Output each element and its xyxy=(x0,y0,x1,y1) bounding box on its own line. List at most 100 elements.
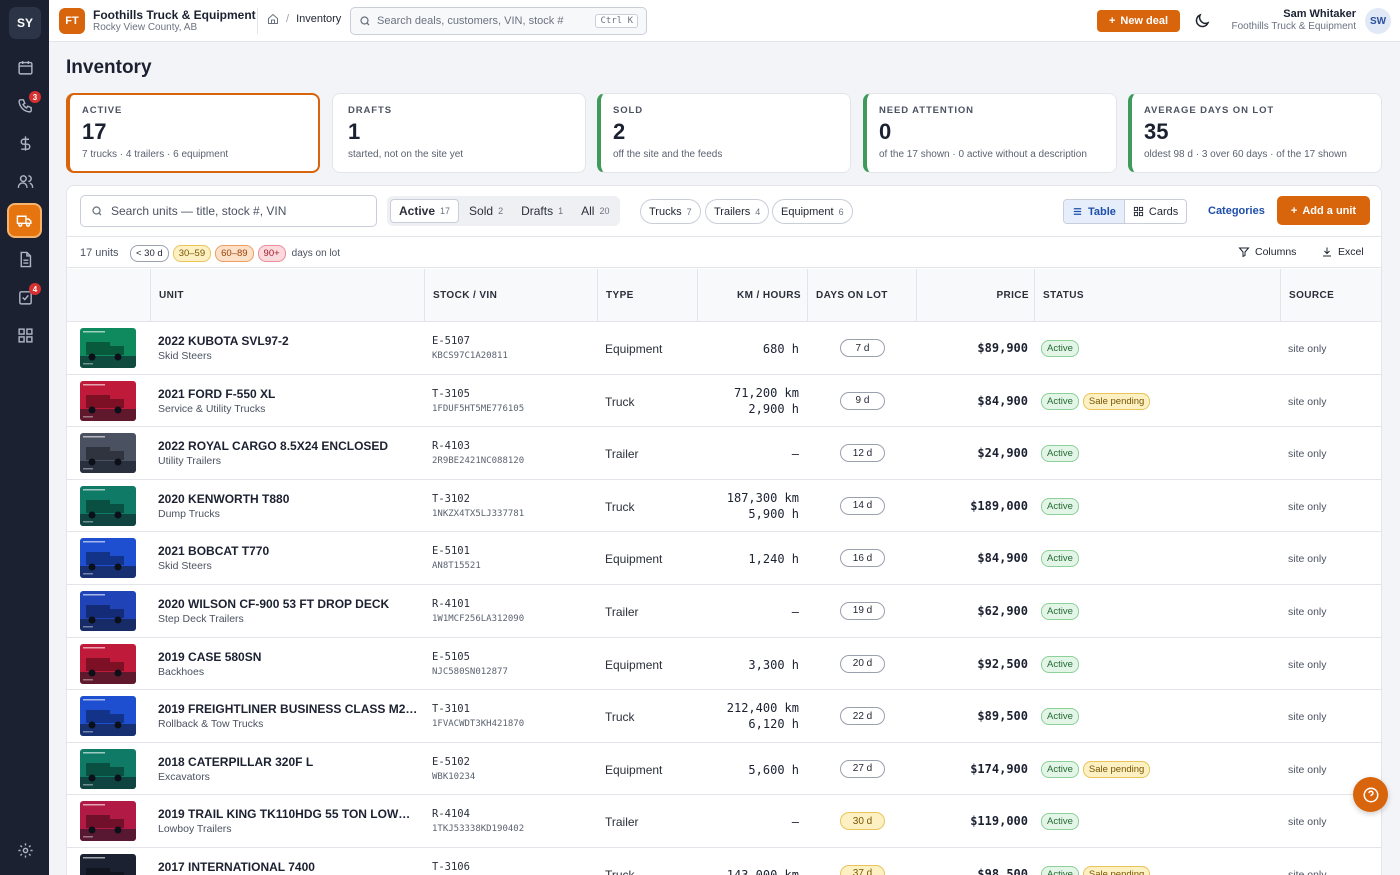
home-icon[interactable] xyxy=(267,13,279,25)
unit-thumbnail[interactable] xyxy=(80,696,136,737)
col-type[interactable]: TYPE xyxy=(597,269,698,322)
breadcrumb-current[interactable]: Inventory xyxy=(296,13,341,25)
chip-trucks[interactable]: Trucks 7 xyxy=(640,199,701,224)
unit-title[interactable]: 2020 KENWORTH T880 xyxy=(158,492,418,506)
table-row[interactable]: 2017 INTERNATIONAL 7400 T-3106 Truck 143… xyxy=(67,848,1381,875)
legend-under-30: < 30 d xyxy=(130,245,169,262)
unit-search[interactable] xyxy=(80,195,377,227)
stat-card-sold[interactable]: SOLD 2 off the site and the feeds xyxy=(597,93,851,173)
unit-thumbnail[interactable] xyxy=(80,748,136,789)
table-row[interactable]: 2019 CASE 580SN Backhoes E-5105 NJC580SN… xyxy=(67,638,1381,691)
stock-number: E-5107 xyxy=(432,335,470,347)
stat-card-average-days[interactable]: AVERAGE DAYS ON LOT 35 oldest 98 d · 3 o… xyxy=(1128,93,1382,173)
unit-thumbnail[interactable] xyxy=(80,801,136,842)
chip-equipment[interactable]: Equipment 6 xyxy=(772,199,853,224)
unit-thumbnail[interactable] xyxy=(80,485,136,526)
table-row[interactable]: 2022 ROYAL CARGO 8.5X24 ENCLOSED Utility… xyxy=(67,427,1381,480)
users-icon[interactable] xyxy=(9,165,41,197)
table-row[interactable]: 2018 CATERPILLAR 320F L Excavators E-510… xyxy=(67,743,1381,796)
unit-title[interactable]: 2021 FORD F-550 XL xyxy=(158,387,418,401)
avatar[interactable]: SW xyxy=(1365,8,1391,34)
unit-title[interactable]: 2017 INTERNATIONAL 7400 xyxy=(158,860,418,874)
status-cell: Active Sale pending xyxy=(1041,392,1151,410)
new-deal-button[interactable]: + New deal xyxy=(1097,10,1180,32)
chip-label: Trucks xyxy=(649,205,682,218)
categories-link[interactable]: Categories xyxy=(1208,205,1265,217)
table-row[interactable]: 2020 KENWORTH T880 Dump Trucks T-3102 1N… xyxy=(67,480,1381,533)
app-logo[interactable]: SY xyxy=(9,7,41,39)
unit-title[interactable]: 2019 TRAIL KING TK110HDG 55 TON LOWBOY xyxy=(158,807,418,821)
calendar-icon[interactable] xyxy=(9,51,41,83)
gear-icon[interactable] xyxy=(9,834,41,866)
stat-card-drafts[interactable]: DRAFTS 1 started, not on the site yet xyxy=(332,93,586,173)
unit-title[interactable]: 2021 BOBCAT T770 xyxy=(158,544,418,558)
status-cell: Active Sale pending xyxy=(1041,865,1151,875)
price: $84,900 xyxy=(977,393,1028,408)
stat-value: 0 xyxy=(879,119,892,144)
col-price[interactable]: PRICE xyxy=(916,269,1035,322)
col-unit[interactable]: UNIT xyxy=(150,269,425,322)
status-cell: Active xyxy=(1041,655,1079,673)
view-table-button[interactable]: Table xyxy=(1064,200,1125,223)
col-days[interactable]: DAYS ON LOT xyxy=(807,269,917,322)
unit-title[interactable]: 2019 CASE 580SN xyxy=(158,650,418,664)
unit-search-input[interactable] xyxy=(111,204,366,218)
vin: AN8T15521 xyxy=(432,561,481,572)
filter-all[interactable]: All 20 xyxy=(573,199,617,223)
unit-title[interactable]: 2022 KUBOTA SVL97-2 xyxy=(158,334,418,348)
table-row[interactable]: 2019 FREIGHTLINER BUSINESS CLASS M2 106 … xyxy=(67,690,1381,743)
unit-thumbnail[interactable] xyxy=(80,590,136,631)
unit-thumbnail[interactable] xyxy=(80,643,136,684)
excel-button[interactable]: Excel xyxy=(1321,246,1364,258)
col-source[interactable]: SOURCE xyxy=(1280,269,1381,322)
unit-title[interactable]: 2019 FREIGHTLINER BUSINESS CLASS M2 106 xyxy=(158,702,418,716)
document-icon[interactable] xyxy=(9,243,41,275)
unit-category: Skid Steers xyxy=(158,350,212,362)
filter-drafts[interactable]: Drafts 1 xyxy=(513,199,571,223)
stock-number: E-5102 xyxy=(432,755,470,768)
stat-value: 1 xyxy=(348,119,361,144)
meter-line: 6,120 h xyxy=(748,717,799,732)
checklist-icon[interactable]: 4 xyxy=(9,281,41,313)
top-bar: FT Foothills Truck & Equipment Rocky Vie… xyxy=(49,0,1400,42)
global-search-input[interactable] xyxy=(377,15,590,27)
unit-thumbnail[interactable] xyxy=(80,380,136,421)
unit-thumbnail[interactable] xyxy=(80,853,136,875)
stat-card-need-attention[interactable]: NEED ATTENTION 0 of the 17 shown · 0 act… xyxy=(863,93,1117,173)
dollar-icon[interactable] xyxy=(9,127,41,159)
grid-icon[interactable] xyxy=(9,319,41,351)
phone-icon[interactable]: 3 xyxy=(9,89,41,121)
columns-button[interactable]: Columns xyxy=(1238,246,1296,258)
table-row[interactable]: 2019 TRAIL KING TK110HDG 55 TON LOWBOY L… xyxy=(67,795,1381,848)
table-row[interactable]: 2022 KUBOTA SVL97-2 Skid Steers E-5107 K… xyxy=(67,322,1381,375)
filter-active[interactable]: Active 17 xyxy=(390,199,460,223)
unit-title[interactable]: 2022 ROYAL CARGO 8.5X24 ENCLOSED xyxy=(158,439,418,453)
filter-sold[interactable]: Sold 2 xyxy=(461,199,511,223)
table-row[interactable]: 2021 BOBCAT T770 Skid Steers E-5101 AN8T… xyxy=(67,532,1381,585)
unit-title[interactable]: 2018 CATERPILLAR 320F L xyxy=(158,755,418,769)
unit-thumbnail[interactable] xyxy=(80,328,136,368)
unit-category: Dump Trucks xyxy=(158,507,220,520)
add-unit-button[interactable]: + Add a unit xyxy=(1277,196,1370,225)
col-stock[interactable]: STOCK / VIN xyxy=(424,269,598,322)
table-row[interactable]: 2020 WILSON CF-900 53 FT DROP DECK Step … xyxy=(67,585,1381,638)
unit-title[interactable]: 2020 WILSON CF-900 53 FT DROP DECK xyxy=(158,597,418,611)
chip-trailers[interactable]: Trailers 4 xyxy=(705,199,770,224)
moon-icon[interactable] xyxy=(1193,12,1211,30)
col-meter[interactable]: KM / HOURS xyxy=(697,269,807,322)
search-icon xyxy=(92,206,102,216)
truck-icon[interactable] xyxy=(7,203,42,238)
unit-thumbnail[interactable] xyxy=(80,433,136,474)
global-search[interactable]: Ctrl K xyxy=(350,7,647,35)
view-cards-button[interactable]: Cards xyxy=(1125,200,1186,223)
org-badge[interactable]: FT xyxy=(59,8,85,34)
unit-type: Trailer xyxy=(605,815,639,830)
table-row[interactable]: 2021 FORD F-550 XL Service & Utility Tru… xyxy=(67,375,1381,428)
vin: 1W1MCF256LA312090 xyxy=(432,613,525,624)
unit-thumbnail[interactable] xyxy=(80,538,136,579)
stat-card-active[interactable]: ACTIVE 17 7 trucks · 4 trailers · 6 equi… xyxy=(66,93,320,173)
status-cell: Active xyxy=(1041,340,1079,357)
help-button[interactable] xyxy=(1353,777,1388,812)
breadcrumb-separator: / xyxy=(286,13,290,25)
col-status[interactable]: STATUS xyxy=(1034,269,1281,322)
